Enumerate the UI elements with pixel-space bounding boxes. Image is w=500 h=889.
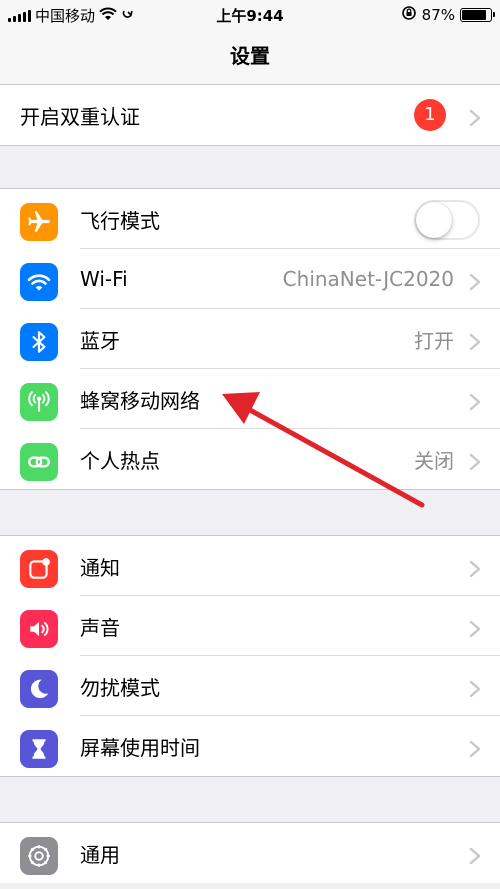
row-wifi[interactable]: Wi-Fi ChinaNet-JC2020 (0, 249, 500, 309)
row-do-not-disturb[interactable]: 勿扰模式 (0, 656, 500, 716)
chevron-right-icon (468, 392, 482, 411)
wifi-network-name: ChinaNet-JC2020 (282, 267, 454, 291)
row-screen-time[interactable]: 屏幕使用时间 (0, 716, 500, 776)
hotspot-status: 关闭 (414, 448, 454, 473)
page-title: 设置 (0, 28, 500, 85)
notification-badge: 1 (414, 99, 446, 131)
cellular-icon (20, 383, 58, 421)
notification-icon (20, 550, 58, 588)
row-label: 声音 (80, 615, 120, 640)
airplane-icon (20, 203, 58, 241)
row-cellular[interactable]: 蜂窝移动网络 (0, 369, 500, 429)
chevron-right-icon (468, 679, 482, 698)
two-factor-row[interactable]: 开启双重认证 1 (0, 85, 500, 145)
connectivity-group: 飞行模式 Wi-Fi ChinaNet-JC2020 蓝牙 打开 蜂窝移动网络 (0, 188, 500, 490)
gear-icon (20, 837, 58, 875)
chevron-right-icon (468, 739, 482, 758)
chevron-right-icon (468, 272, 482, 291)
airplane-mode-toggle[interactable] (414, 200, 480, 240)
toggle-knob (416, 202, 452, 238)
chevron-right-icon (468, 619, 482, 638)
row-personal-hotspot[interactable]: 个人热点 关闭 (0, 429, 500, 489)
rotation-lock-icon (401, 5, 417, 25)
row-label: 屏幕使用时间 (80, 735, 200, 760)
row-general[interactable]: 通用 (0, 823, 500, 883)
two-factor-group: 开启双重认证 1 (0, 84, 500, 146)
row-label: 通用 (80, 842, 120, 867)
row-label: 飞行模式 (80, 208, 160, 233)
general-group: 通用 (0, 822, 500, 883)
chevron-right-icon (468, 452, 482, 471)
wifi-icon (20, 263, 58, 301)
row-airplane-mode[interactable]: 飞行模式 (0, 189, 500, 249)
notifications-group: 通知 声音 勿扰模式 屏幕使用时间 (0, 535, 500, 777)
battery-icon (460, 8, 495, 22)
row-label: Wi-Fi (80, 267, 128, 291)
moon-icon (20, 670, 58, 708)
row-label: 个人热点 (80, 448, 160, 473)
sound-icon (20, 610, 58, 648)
row-sounds[interactable]: 声音 (0, 596, 500, 656)
hotspot-icon (20, 443, 58, 481)
row-label: 勿扰模式 (80, 675, 160, 700)
row-label: 蓝牙 (80, 328, 120, 353)
row-notifications[interactable]: 通知 (0, 536, 500, 596)
bluetooth-icon (20, 323, 58, 361)
row-label: 通知 (80, 555, 120, 580)
chevron-right-icon (468, 332, 482, 351)
hourglass-icon (20, 730, 58, 768)
two-factor-label: 开启双重认证 (20, 104, 140, 129)
status-bar: 中国移动 上午9:44 87% (0, 0, 500, 28)
row-bluetooth[interactable]: 蓝牙 打开 (0, 309, 500, 369)
chevron-right-icon (468, 108, 482, 127)
chevron-right-icon (468, 846, 482, 865)
battery-percent: 87% (421, 6, 455, 24)
row-label: 蜂窝移动网络 (80, 388, 200, 413)
bluetooth-status: 打开 (414, 328, 454, 353)
chevron-right-icon (468, 559, 482, 578)
